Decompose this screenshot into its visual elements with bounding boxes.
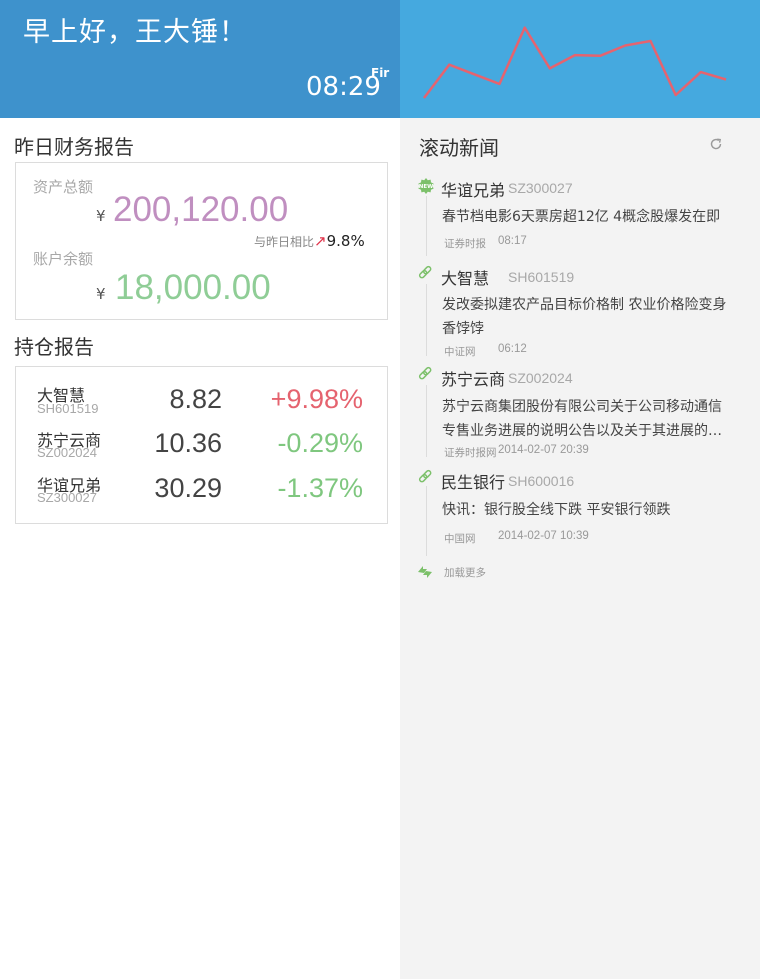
news-time: 06:12 bbox=[498, 343, 527, 355]
sparkline-line bbox=[423, 26, 727, 99]
market-sparkline-panel[interactable] bbox=[400, 0, 760, 118]
assets-label: 资产总额 bbox=[33, 178, 94, 196]
assets-currency: ¥ bbox=[96, 207, 106, 225]
holding-price: 8.82 bbox=[169, 384, 222, 414]
news-source: 证券时报网 bbox=[444, 447, 497, 459]
balance-currency: ¥ bbox=[96, 285, 106, 303]
news-headline: 快讯：银行股全线下跌 平安银行领跌 bbox=[442, 498, 734, 522]
holding-change: -0.29% bbox=[277, 428, 363, 458]
news-source: 证券时报 bbox=[444, 238, 486, 250]
holdings-title: 持仓报告 bbox=[14, 335, 94, 359]
sparkline-chart bbox=[423, 26, 727, 99]
holding-price: 30.29 bbox=[154, 473, 222, 503]
holding-code: SZ002024 bbox=[37, 445, 97, 460]
balance-value: 18,000.00 bbox=[115, 268, 271, 307]
news-headline: 苏宁云商集团股份有限公司关于公司移动通信 专售业务进展的说明公告以及关于其进展的… bbox=[442, 395, 734, 443]
news-headline: 春节档电影6天票房超12亿 4概念股爆发在即 bbox=[442, 205, 734, 229]
news-headline-line: 发改委拟建农产品目标价格制 农业价格险变身 bbox=[442, 297, 727, 313]
holding-code: SH601519 bbox=[37, 401, 99, 416]
timeline-line bbox=[426, 284, 427, 356]
link-icon bbox=[418, 469, 432, 483]
clock-weekday: Fir bbox=[371, 66, 390, 80]
link-icon bbox=[418, 366, 432, 380]
new-badge-icon: NEW bbox=[418, 178, 434, 194]
timeline-line bbox=[426, 196, 427, 256]
timeline-line bbox=[426, 486, 427, 556]
balance-label: 账户余额 bbox=[33, 250, 94, 268]
greeting-header: 早上好，王大锤！ 08:29 Fir bbox=[0, 0, 400, 118]
holding-change: +9.98% bbox=[270, 384, 363, 414]
link-icon bbox=[418, 265, 432, 279]
news-time: 2014-02-07 20:39 bbox=[498, 444, 589, 456]
news-stock-code: SH600016 bbox=[508, 473, 575, 489]
news-stock-code: SH601519 bbox=[508, 269, 575, 285]
news-time: 2014-02-07 10:39 bbox=[498, 530, 589, 542]
compare-value: 9.8% bbox=[326, 232, 365, 250]
news-source: 中证网 bbox=[444, 346, 476, 358]
news-headline-line: 春节档电影6天票房超12亿 4概念股爆发在即 bbox=[442, 209, 721, 225]
trend-up-icon: ↗ bbox=[314, 232, 327, 250]
holding-price: 10.36 bbox=[154, 428, 222, 458]
news-stock-name: 大智慧 bbox=[441, 269, 490, 288]
news-title: 滚动新闻 bbox=[419, 136, 499, 160]
clock-time: 08:29 bbox=[306, 72, 381, 102]
news-stock-code: SZ002024 bbox=[508, 370, 573, 386]
refresh-icon[interactable] bbox=[709, 137, 723, 151]
news-stock-name: 华谊兄弟 bbox=[441, 181, 506, 200]
news-stock-name: 苏宁云商 bbox=[441, 370, 506, 389]
new-badge-text: NEW bbox=[419, 184, 433, 190]
news-headline-line: 快讯：银行股全线下跌 平安银行领跌 bbox=[442, 502, 671, 518]
news-stock-name: 民生银行 bbox=[441, 473, 506, 492]
load-more-button[interactable]: 加载更多 bbox=[444, 565, 486, 580]
news-headline: 发改委拟建农产品目标价格制 农业价格险变身 香饽饽 bbox=[442, 293, 734, 341]
holding-change: -1.37% bbox=[277, 473, 363, 503]
news-headline-line: 专售业务进展的说明公告以及关于其进展的… bbox=[442, 423, 722, 439]
holding-code: SZ300027 bbox=[37, 490, 97, 505]
news-time: 08:17 bbox=[498, 235, 527, 247]
greeting-text: 早上好，王大锤！ bbox=[23, 17, 247, 48]
load-more-icon[interactable] bbox=[416, 563, 434, 581]
news-stock-code: SZ300027 bbox=[508, 180, 573, 196]
news-source: 中国网 bbox=[444, 533, 476, 545]
compare-label: 与昨日相比 bbox=[254, 235, 315, 249]
news-headline-line: 香饽饽 bbox=[442, 321, 484, 337]
news-headline-line: 苏宁云商集团股份有限公司关于公司移动通信 bbox=[442, 399, 722, 415]
compare-row: 与昨日相比↗9.8% bbox=[254, 232, 365, 250]
assets-value: 200,120.00 bbox=[113, 190, 289, 229]
finance-report-title: 昨日财务报告 bbox=[14, 135, 134, 159]
timeline-line bbox=[426, 385, 427, 457]
